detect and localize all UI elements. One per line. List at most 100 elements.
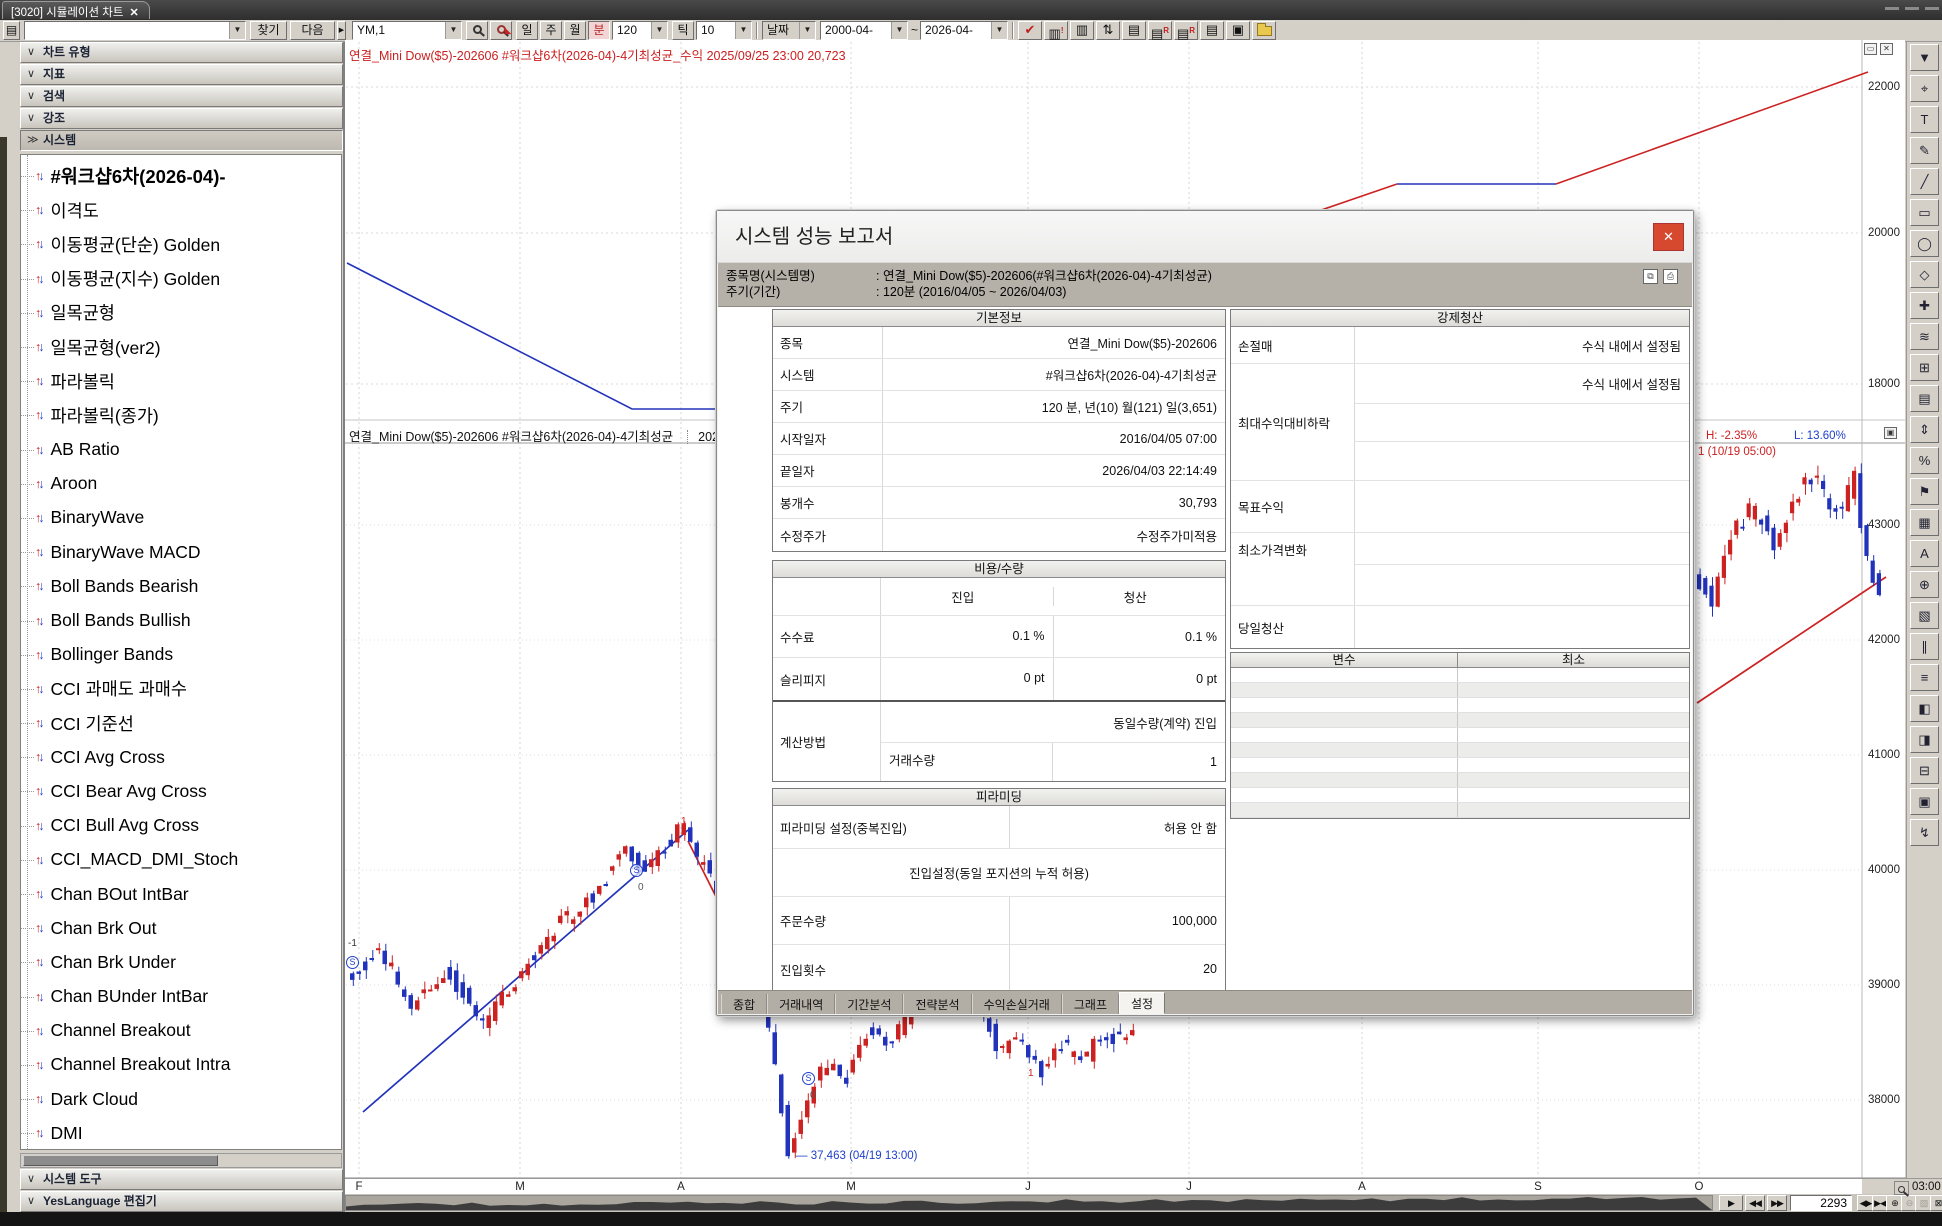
parallel-icon[interactable]: ∥ <box>1910 633 1939 660</box>
trade-marker-one: 1 <box>681 816 687 827</box>
variable-name-cell <box>1231 698 1458 712</box>
variable-row <box>1231 758 1689 773</box>
variable-value-cell <box>1458 773 1689 787</box>
circle-tool-icon[interactable]: ◯ <box>1910 230 1939 257</box>
variable-name-cell <box>1231 803 1458 817</box>
entry-note: 진입설정(동일 포지션의 누적 허용) <box>773 849 1225 897</box>
price-tick: 38000 <box>1868 1094 1904 1106</box>
bolt-icon[interactable]: ↯ <box>1910 819 1939 846</box>
trade-marker-zero: 0 <box>810 1090 816 1101</box>
price-tick: 20000 <box>1868 227 1904 239</box>
row-label: 종목 <box>773 327 883 358</box>
dialog-title: 시스템 성능 보고서 <box>717 211 1693 263</box>
entry-value: 0 pt <box>881 658 1054 700</box>
entry-value: 0.1 % <box>881 616 1054 657</box>
target-profit-label: 목표수익 <box>1231 481 1355 532</box>
pyramid-setting-label: 피라미딩 설정(중복진입) <box>773 806 1010 848</box>
variable-row <box>1231 728 1689 743</box>
price-tick: 42000 <box>1868 634 1904 646</box>
half-left-icon[interactable]: ◧ <box>1910 695 1939 722</box>
pane-restore-icon[interactable]: ▭ <box>1864 43 1877 55</box>
hatch-icon[interactable]: ▧ <box>1910 602 1939 629</box>
report-tab-기간분석[interactable]: 기간분석 <box>835 994 903 1014</box>
dialog-info-bar: 종목명(시스템명): 연결_Mini Dow($5)-202606(#워크샵6차… <box>718 263 1692 307</box>
month-tick: J <box>1179 1181 1199 1193</box>
trailing-value: 수식 내에서 설정됨 <box>1355 374 1689 393</box>
dialog-close-button[interactable]: ✕ <box>1653 223 1684 251</box>
close-box-icon[interactable]: ⊠ <box>1930 1195 1942 1211</box>
pencil-icon[interactable]: ✎ <box>1910 137 1939 164</box>
report-tab-종합[interactable]: 종합 <box>721 994 767 1014</box>
report-tab-거래내역[interactable]: 거래내역 <box>767 994 835 1014</box>
price-tick: 43000 <box>1868 519 1904 531</box>
timeline-zoom-icon[interactable] <box>1894 1181 1909 1195</box>
month-tick: J <box>1018 1181 1038 1193</box>
square-icon[interactable]: ▣ <box>1910 788 1939 815</box>
text-tool-icon[interactable]: T <box>1910 106 1939 133</box>
month-tick: F <box>349 1181 369 1193</box>
price-tick: 22000 <box>1868 81 1904 93</box>
print-report-icon[interactable]: ⎙ <box>1663 269 1678 284</box>
rewind-icon[interactable]: ◀◀ <box>1745 1195 1765 1211</box>
month-tick: A <box>1352 1181 1372 1193</box>
basic-info-header: 기본정보 <box>773 310 1225 327</box>
grid-icon[interactable]: ⊞ <box>1910 354 1939 381</box>
menu-icon[interactable]: ≡ <box>1910 664 1939 691</box>
basic-row: 종목연결_Mini Dow($5)-202606 <box>773 327 1225 359</box>
half-right-icon[interactable]: ◨ <box>1910 726 1939 753</box>
report-tab-그래프[interactable]: 그래프 <box>1062 994 1119 1014</box>
pyramiding-table: 피라미딩 피라미딩 설정(중복진입) 허용 안 함 진입설정(동일 포지션의 누… <box>772 788 1226 991</box>
variable-name-cell <box>1231 743 1458 757</box>
variable-value-cell <box>1458 803 1689 817</box>
report-tab-설정[interactable]: 설정 <box>1119 992 1165 1014</box>
pyramid-setting-value: 허용 안 함 <box>1010 818 1225 837</box>
pattern-icon[interactable]: ▦ <box>1910 509 1939 536</box>
dropdown-icon[interactable]: ▼ <box>1910 44 1939 71</box>
crosshair-icon[interactable]: ⌖ <box>1910 75 1939 102</box>
pane-close-icon[interactable]: ✕ <box>1880 43 1893 55</box>
diamond-tool-icon[interactable]: ◇ <box>1910 261 1939 288</box>
variables-table: 변수 최소 <box>1230 652 1690 819</box>
row-value: 연결_Mini Dow($5)-202606 <box>883 333 1225 352</box>
sell-marker-icon: S <box>630 864 643 877</box>
month-tick: M <box>510 1181 530 1193</box>
calc-value: 동일수량(계약) 진입 <box>881 713 1225 732</box>
list-icon[interactable]: ▤ <box>1910 385 1939 412</box>
chart-navigator: ▶◀◀▶▶ ◀▶▶◀⊕⊖▨⊠ <box>345 1194 1942 1212</box>
cost-header: 비용/수량 <box>773 561 1225 578</box>
fast-forward-icon[interactable]: ▶▶ <box>1767 1195 1787 1211</box>
stoploss-value: 수식 내에서 설정됨 <box>1355 336 1689 355</box>
letter-icon[interactable]: A <box>1910 540 1939 567</box>
bar-count-input[interactable] <box>1790 1195 1852 1211</box>
price-tick: 18000 <box>1868 378 1904 390</box>
trendline-icon[interactable]: ╱ <box>1910 168 1939 195</box>
variable-value-cell <box>1458 728 1689 742</box>
variable-row <box>1231 773 1689 788</box>
target-icon[interactable]: ⊕ <box>1910 571 1939 598</box>
wave-tool-icon[interactable]: ≋ <box>1910 323 1939 350</box>
play-icon[interactable]: ▶ <box>1719 1195 1743 1211</box>
report-tab-전략분석[interactable]: 전략분석 <box>903 994 971 1014</box>
cost-row: 슬리피지0 pt0 pt <box>773 658 1225 700</box>
min-move-label: 최소가격변화 <box>1231 533 1355 605</box>
calc-label: 계산방법 <box>773 702 881 781</box>
minus-box-icon[interactable]: ⊟ <box>1910 757 1939 784</box>
pane2-maximize-icon[interactable]: ▣ <box>1884 427 1897 439</box>
forced-exit-table: 강제청산 손절매 수식 내에서 설정됨 최대수익대비하락 수식 내에서 설정됨 … <box>1230 309 1690 649</box>
peak-label: 1 (10/19 05:00) <box>1698 446 1776 458</box>
row-value: 2016/04/05 07:00 <box>883 432 1225 446</box>
calc-sub-label: 거래수량 <box>881 743 1053 781</box>
flag-icon[interactable]: ⚑ <box>1910 478 1939 505</box>
percent-icon[interactable]: % <box>1910 447 1939 474</box>
report-tab-수익손실거래[interactable]: 수익손실거래 <box>972 994 1062 1014</box>
rect-tool-icon[interactable]: ▭ <box>1910 199 1939 226</box>
vars-col1-header: 변수 <box>1231 653 1458 667</box>
high-percent-label: H: -2.35% <box>1706 430 1757 442</box>
copy-report-icon[interactable]: ⧉ <box>1643 269 1658 284</box>
updown-icon[interactable]: ⇕ <box>1910 416 1939 443</box>
cost-table: 비용/수량 진입 청산 수수료0.1 %0.1 %슬리피지0 pt0 pt 계산… <box>772 560 1226 782</box>
row-value: #워크샵6차(2026-04)-4기최성균 <box>883 365 1225 384</box>
navigator-track[interactable] <box>345 1195 1713 1211</box>
cross-tool-icon[interactable]: ✚ <box>1910 292 1939 319</box>
variable-row <box>1231 713 1689 728</box>
